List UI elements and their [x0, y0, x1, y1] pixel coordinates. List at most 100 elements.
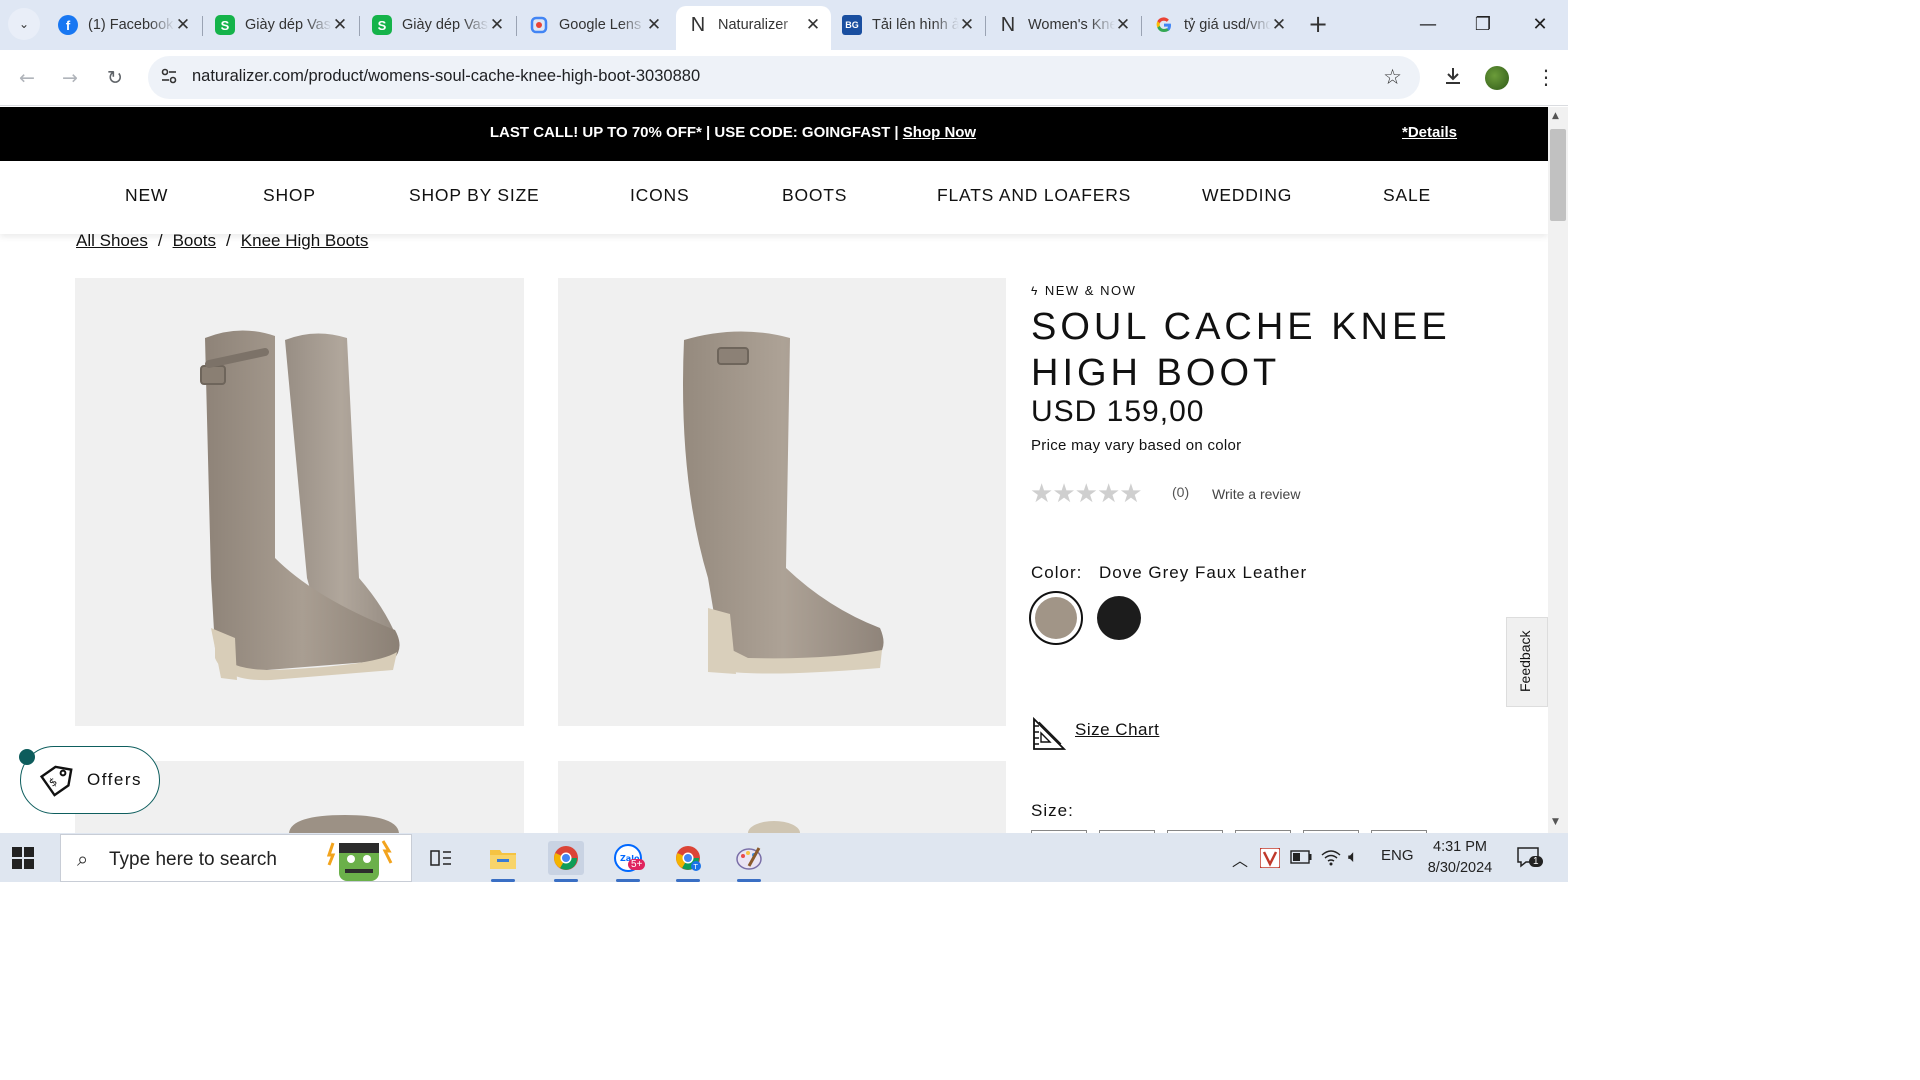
show-hidden-icons-chevron-icon[interactable]: ︿ [1232, 847, 1248, 871]
tab-naturalizer-active[interactable]: N Naturalizer ✕ [676, 6, 831, 50]
restore-window-icon[interactable]: ❐ [1468, 10, 1498, 40]
close-tab-icon[interactable]: ✕ [805, 15, 821, 35]
swatch-dove-grey[interactable] [1029, 591, 1083, 645]
site-info-icon[interactable] [160, 67, 180, 87]
back-arrow-icon[interactable]: ← [12, 63, 42, 93]
star-icon: ★ [1052, 479, 1075, 509]
browser-menu-icon[interactable]: ⋮ [1536, 65, 1556, 89]
volume-icon[interactable]: 🔈︎ [1348, 847, 1358, 867]
clock-time: 4:31 PM [1433, 839, 1487, 855]
tab-vascara-2[interactable]: S Giày dép Vascara ✕ [360, 7, 515, 43]
lightning-icon: ϟ [1031, 284, 1039, 298]
chrome-profile-icon[interactable]: T [670, 841, 706, 882]
language-indicator[interactable]: ENG [1381, 847, 1414, 864]
naturalizer-n-icon: N [1000, 13, 1016, 36]
close-tab-icon[interactable]: ✕ [332, 15, 348, 35]
address-bar[interactable]: naturalizer.com/product/womens-soul-cach… [148, 56, 1420, 99]
tab-google-lens[interactable]: Google Lens ✕ [517, 7, 672, 43]
google-g-icon [1154, 15, 1174, 35]
feedback-tab[interactable]: Feedback [1506, 617, 1548, 707]
main-navigation: NEW SHOP SHOP BY SIZE ICONS BOOTS FLATS … [0, 161, 1548, 234]
wifi-icon[interactable] [1320, 848, 1342, 866]
downloads-icon[interactable] [1442, 65, 1464, 92]
close-tab-icon[interactable]: ✕ [489, 15, 505, 35]
promo-message: LAST CALL! UP TO 70% OFF* | USE CODE: GO… [489, 124, 899, 141]
star-icon: ★ [1030, 479, 1053, 509]
product-image-pair-side[interactable] [75, 278, 524, 726]
page-scrollbar[interactable]: ▲ ▼ [1548, 107, 1568, 833]
tab-search-button[interactable]: ⌄ [8, 8, 40, 40]
breadcrumb-all-shoes[interactable]: All Shoes [76, 231, 148, 250]
nav-wedding[interactable]: WEDDING [1202, 185, 1292, 206]
search-placeholder: Type here to search [109, 849, 277, 870]
reload-icon[interactable]: ↻ [100, 63, 130, 93]
close-window-icon[interactable]: ✕ [1525, 10, 1555, 40]
new-and-now-badge: ϟ NEW & NOW [1031, 283, 1137, 298]
rating-stars: ★★★★★ [1030, 479, 1143, 509]
tab-google-search[interactable]: tỷ giá usd/vnd ✕ [1142, 7, 1297, 43]
product-image-side-profile[interactable] [558, 278, 1006, 726]
bookmark-star-icon[interactable]: ☆ [1383, 65, 1402, 89]
nav-new[interactable]: NEW [125, 185, 168, 206]
close-tab-icon[interactable]: ✕ [646, 15, 662, 35]
details-link[interactable]: *Details [1402, 124, 1457, 141]
vivaldi-tray-icon[interactable] [1260, 848, 1280, 868]
zalo-icon[interactable]: Zalo 5+ [610, 841, 646, 882]
color-value: Dove Grey Faux Leather [1099, 563, 1308, 582]
offers-button[interactable]: $ Offers [19, 746, 160, 814]
scroll-up-icon[interactable]: ▲ [1552, 111, 1559, 121]
price-tag-icon: $ [39, 765, 73, 797]
nav-flats-and-loafers[interactable]: FLATS AND LOAFERS [937, 185, 1131, 206]
tab-womens-knee[interactable]: N Women's Knee ✕ [986, 7, 1141, 43]
write-review-link[interactable]: Write a review [1212, 486, 1300, 502]
file-explorer-icon[interactable] [485, 841, 521, 882]
taskbar-search-box[interactable]: ⌕ Type here to search [60, 834, 412, 882]
tab-title: tỷ giá usd/vnd [1184, 17, 1271, 33]
close-tab-icon[interactable]: ✕ [1115, 15, 1131, 35]
nav-shop[interactable]: SHOP [263, 185, 316, 206]
windows-taskbar: ⌕ Type here to search Zalo 5+ T ︿ 🔈︎ ENG… [0, 833, 1568, 882]
task-view-icon[interactable] [423, 841, 459, 875]
notification-count: 1 [1529, 856, 1543, 867]
color-label: Color: [1031, 563, 1083, 582]
size-chart-link[interactable]: Size Chart [1075, 720, 1159, 740]
nav-boots[interactable]: BOOTS [782, 185, 847, 206]
notification-center-icon[interactable]: 1 [1516, 846, 1543, 870]
scroll-down-icon[interactable]: ▼ [1552, 817, 1559, 827]
minimize-icon[interactable]: — [1413, 10, 1443, 40]
tab-facebook[interactable]: f (1) Facebook ✕ [46, 7, 201, 43]
size-label: Size: [1031, 801, 1074, 820]
chrome-taskbar-icon[interactable] [548, 841, 584, 882]
promo-banner: LAST CALL! UP TO 70% OFF* | USE CODE: GO… [0, 107, 1548, 161]
remove-bg-icon: BG [842, 15, 862, 35]
breadcrumb-boots[interactable]: Boots [173, 231, 216, 250]
windows-start-icon[interactable] [12, 847, 34, 869]
breadcrumb-knee-high-boots[interactable]: Knee High Boots [241, 231, 369, 250]
battery-icon[interactable] [1290, 850, 1312, 864]
product-image-sole[interactable] [558, 761, 1006, 833]
paint-icon[interactable] [731, 841, 767, 882]
system-clock[interactable]: 4:31 PM 8/30/2024 [1424, 837, 1496, 879]
notification-dot [19, 749, 35, 765]
browser-tab-bar: ⌄ f (1) Facebook ✕ S Giày dép Vascara ✕ … [0, 0, 1568, 50]
close-tab-icon[interactable]: ✕ [1271, 15, 1287, 35]
close-tab-icon[interactable]: ✕ [175, 15, 191, 35]
close-tab-icon[interactable]: ✕ [959, 15, 975, 35]
breadcrumb: All Shoes / Boots / Knee High Boots [76, 231, 369, 250]
scrollbar-thumb[interactable] [1550, 129, 1566, 221]
new-tab-plus-icon[interactable]: + [1304, 11, 1332, 39]
shop-now-link[interactable]: Shop Now [903, 124, 976, 141]
tab-vascara-1[interactable]: S Giày dép Vascara ✕ [203, 7, 358, 43]
tab-title: (1) Facebook [88, 17, 174, 33]
product-price: USD 159,00 [1031, 395, 1205, 428]
search-icon: ⌕ [77, 847, 89, 871]
nav-shop-by-size[interactable]: SHOP BY SIZE [409, 185, 540, 206]
tab-title: Google Lens [559, 17, 642, 33]
tab-remove-bg[interactable]: BG Tải lên hình ảnh ✕ [830, 7, 985, 43]
swatch-black[interactable] [1097, 596, 1141, 640]
nav-sale[interactable]: SALE [1383, 185, 1431, 206]
zalo-badge: 5+ [628, 859, 646, 870]
forward-arrow-icon[interactable]: → [55, 63, 85, 93]
nav-icons[interactable]: ICONS [630, 185, 689, 206]
profile-avatar[interactable] [1485, 66, 1509, 90]
